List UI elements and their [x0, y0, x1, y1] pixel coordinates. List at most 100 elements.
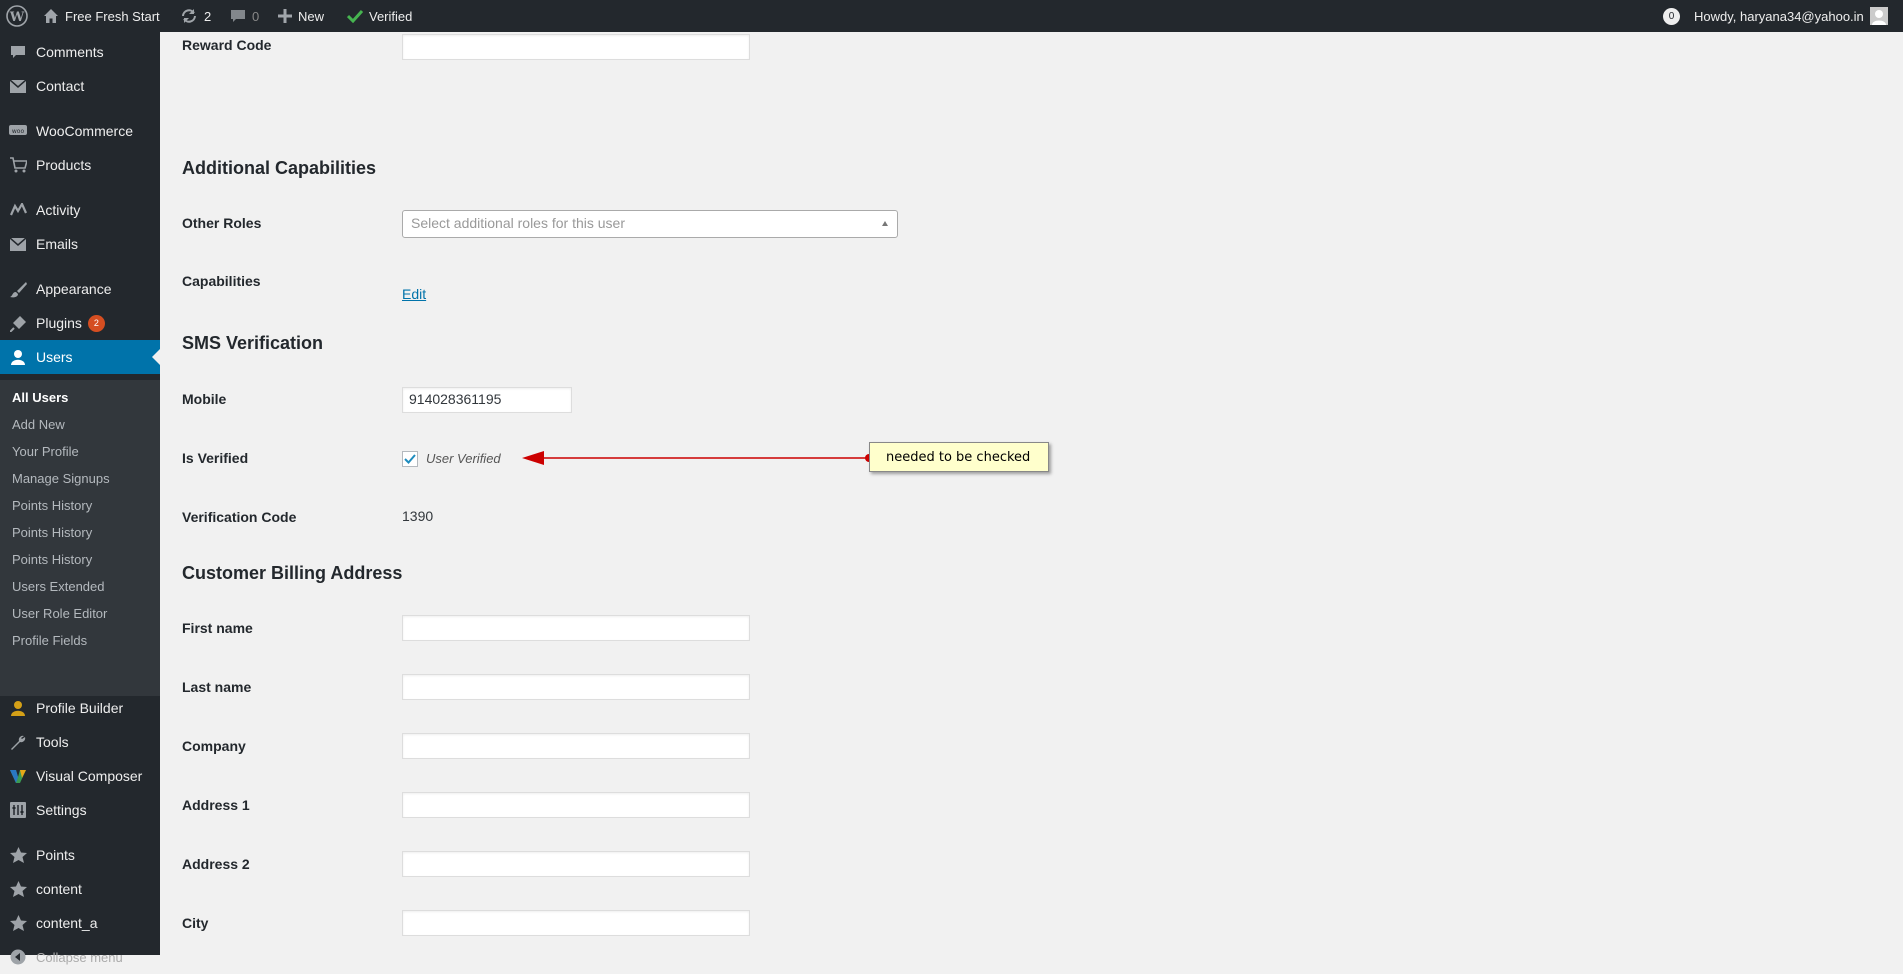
- mobile-input[interactable]: 914028361195: [402, 387, 572, 413]
- cart-icon: [0, 157, 36, 173]
- menu-visual-composer[interactable]: Visual Composer: [0, 759, 160, 793]
- capabilities-label: Capabilities: [182, 273, 261, 289]
- menu-users[interactable]: Users: [0, 340, 160, 374]
- submenu-points-history[interactable]: Points History: [12, 552, 92, 567]
- menu-label: Plugins: [36, 315, 82, 331]
- address1-input[interactable]: [402, 792, 750, 818]
- menu-label: WooCommerce: [36, 123, 133, 139]
- billing-address-heading: Customer Billing Address: [182, 563, 403, 583]
- user-verified-label: User Verified: [426, 451, 501, 466]
- verification-code-label: Verification Code: [182, 509, 297, 525]
- menu-label: Collapse menu: [36, 949, 123, 965]
- mobile-label: Mobile: [182, 391, 227, 407]
- reward-code-input[interactable]: [402, 34, 750, 60]
- submenu-users-extended[interactable]: Users Extended: [12, 579, 105, 594]
- wordpress-logo-icon[interactable]: W: [6, 0, 28, 32]
- company-label: Company: [182, 738, 246, 754]
- menu-points[interactable]: Points: [0, 838, 160, 872]
- annotation-arrow: [522, 451, 873, 465]
- brush-icon: [0, 281, 36, 298]
- collapse-icon: [0, 949, 36, 965]
- capabilities-edit-link[interactable]: Edit: [402, 286, 426, 302]
- site-name-link[interactable]: Free Fresh Start: [43, 0, 160, 32]
- menu-label: Appearance: [36, 281, 112, 297]
- site-name: Free Fresh Start: [65, 8, 160, 24]
- menu-activity[interactable]: Activity: [0, 193, 160, 227]
- submenu-all-users[interactable]: All Users: [12, 390, 68, 405]
- updates-icon: [180, 7, 198, 25]
- submenu-user-role-editor[interactable]: User Role Editor: [12, 606, 107, 621]
- last-name-input[interactable]: [402, 674, 750, 700]
- menu-label: Activity: [36, 202, 81, 218]
- howdy-text: Howdy, haryana34@yahoo.in: [1694, 8, 1864, 24]
- vc-icon: [0, 768, 36, 784]
- admin-sidebar: Comments Contact woo WooCommerce Product…: [0, 32, 160, 965]
- checkmark-icon: [347, 9, 363, 23]
- city-input[interactable]: [402, 910, 750, 936]
- plugins-update-badge: 2: [87, 314, 105, 332]
- user-verified-checkbox[interactable]: [402, 451, 418, 467]
- notifications-link[interactable]: 0: [1663, 0, 1680, 32]
- submenu-manage-signups[interactable]: Manage Signups: [12, 471, 110, 486]
- verified-link[interactable]: Verified: [347, 0, 412, 32]
- plus-icon: [278, 9, 292, 23]
- star-icon: [0, 881, 36, 897]
- menu-emails[interactable]: Emails: [0, 227, 160, 261]
- verified-label: Verified: [369, 8, 413, 24]
- menu-woocommerce[interactable]: woo WooCommerce: [0, 114, 160, 148]
- menu-label: Tools: [36, 734, 69, 750]
- last-name-label: Last name: [182, 679, 252, 695]
- menu-appearance[interactable]: Appearance: [0, 272, 160, 306]
- menu-content[interactable]: content: [0, 872, 160, 906]
- menu-label: Visual Composer: [36, 768, 143, 784]
- menu-products[interactable]: Products: [0, 148, 160, 182]
- menu-plugins[interactable]: Plugins 2: [0, 306, 160, 340]
- dropdown-arrow-icon: [882, 221, 888, 226]
- menu-contact[interactable]: Contact: [0, 69, 160, 103]
- settings-icon: [0, 802, 36, 818]
- menu-label: Contact: [36, 78, 85, 94]
- menu-content-a[interactable]: content_a: [0, 906, 160, 940]
- submenu-profile-fields[interactable]: Profile Fields: [12, 633, 87, 648]
- submenu-points-history[interactable]: Points History: [12, 498, 92, 513]
- user-icon: [0, 700, 36, 716]
- star-icon: [0, 915, 36, 931]
- first-name-input[interactable]: [402, 615, 750, 641]
- other-roles-select[interactable]: Select additional roles for this user: [402, 210, 898, 238]
- menu-label: content_a: [36, 915, 98, 931]
- address2-label: Address 2: [182, 856, 250, 872]
- comments-link[interactable]: 0: [230, 0, 259, 32]
- annotation-text: needed to be checked: [886, 449, 1031, 465]
- collapse-menu-button[interactable]: Collapse menu: [0, 940, 160, 974]
- my-account-link[interactable]: Howdy, haryana34@yahoo.in: [1694, 0, 1888, 32]
- updates-count: 2: [204, 8, 212, 24]
- submenu-add-new[interactable]: Add New: [12, 417, 65, 432]
- users-submenu: All Users Add New Your Profile Manage Si…: [0, 380, 160, 696]
- user-icon: [0, 349, 36, 365]
- additional-capabilities-heading: Additional Capabilities: [182, 158, 377, 178]
- submenu-points-history[interactable]: Points History: [12, 525, 92, 540]
- other-roles-label: Other Roles: [182, 215, 262, 231]
- menu-profile-builder[interactable]: Profile Builder: [0, 691, 160, 725]
- new-label: New: [298, 8, 325, 24]
- company-input[interactable]: [402, 733, 750, 759]
- first-name-label: First name: [182, 620, 253, 636]
- menu-label: Users: [36, 349, 73, 365]
- menu-settings[interactable]: Settings: [0, 793, 160, 827]
- submenu-your-profile[interactable]: Your Profile: [12, 444, 79, 459]
- updates-link[interactable]: 2: [180, 0, 211, 32]
- activity-icon: [0, 203, 36, 217]
- menu-tools[interactable]: Tools: [0, 725, 160, 759]
- menu-comments[interactable]: Comments: [0, 35, 160, 69]
- mail-icon: [0, 237, 36, 251]
- menu-label: Emails: [36, 236, 79, 252]
- mail-icon: [0, 79, 36, 93]
- menu-label: Products: [36, 157, 92, 173]
- verification-code-value: 1390: [402, 508, 434, 524]
- main-content: Reward Code Additional Capabilities Othe…: [160, 32, 1903, 955]
- svg-text:woo: woo: [12, 128, 25, 135]
- address2-input[interactable]: [402, 851, 750, 877]
- new-content-link[interactable]: New: [278, 0, 324, 32]
- menu-label: Points: [36, 847, 75, 863]
- menu-label: Profile Builder: [36, 700, 124, 716]
